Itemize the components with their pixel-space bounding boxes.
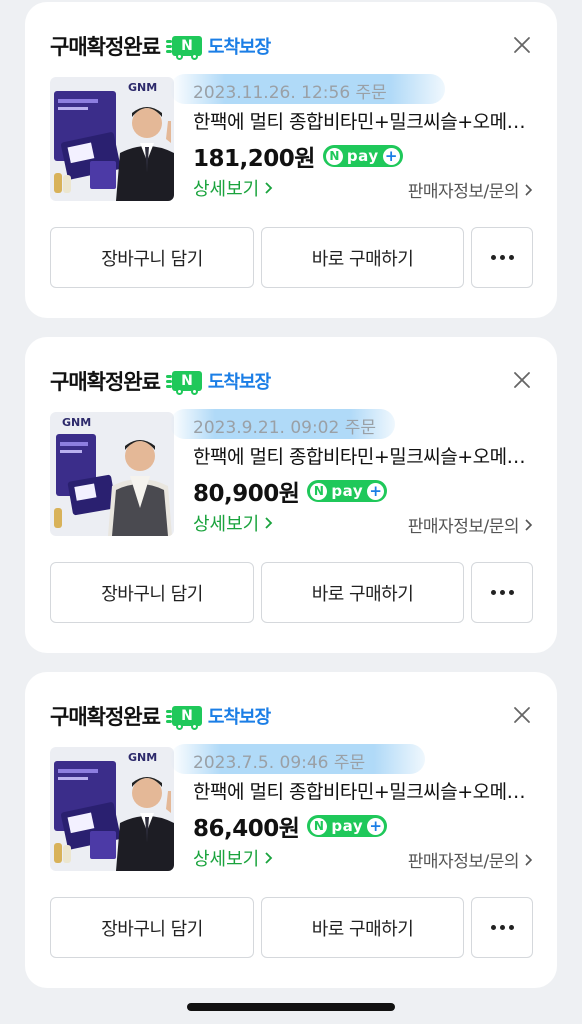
product-price: 181,200원	[193, 146, 315, 172]
chevron-right-icon	[265, 517, 273, 529]
buy-now-button[interactable]: 바로 구매하기	[261, 227, 464, 288]
view-details-label: 상세보기	[193, 179, 260, 200]
seller-info-link[interactable]: 판매자정보/문의	[408, 512, 533, 537]
badge-label: 도착보장	[207, 372, 271, 393]
order-status: 구매확정완료	[50, 705, 161, 729]
product-price: 80,900원	[193, 481, 300, 507]
more-options-button[interactable]	[471, 562, 533, 623]
order-header: 구매확정완료 N 도착보장	[50, 367, 535, 395]
product-thumbnail[interactable]: GNM	[50, 747, 174, 871]
svg-text:GNM: GNM	[128, 751, 157, 764]
product-thumbnail[interactable]: GNM	[50, 412, 174, 536]
view-details-label: 상세보기	[193, 514, 260, 535]
arrival-guarantee-badge: N 도착보장	[165, 33, 271, 60]
chevron-right-icon	[265, 852, 273, 864]
chevron-right-icon	[525, 518, 533, 531]
view-details-link[interactable]: 상세보기	[193, 845, 273, 871]
price-row: 181,200원 Npay +	[193, 139, 403, 173]
arrival-guarantee-badge: N 도착보장	[165, 703, 271, 730]
product-title[interactable]: 한팩에 멀티 종합비타민+밀크씨슬+오메가3	[193, 777, 533, 804]
view-details-link[interactable]: 상세보기	[193, 175, 273, 201]
product-title[interactable]: 한팩에 멀티 종합비타민+밀크씨슬+오메가3	[193, 107, 533, 134]
more-dots-icon	[490, 255, 514, 260]
close-icon[interactable]	[513, 36, 531, 54]
svg-text:GNM: GNM	[62, 416, 91, 429]
order-status: 구매확정완료	[50, 35, 161, 59]
seller-info-link[interactable]: 판매자정보/문의	[408, 847, 533, 872]
buy-now-button[interactable]: 바로 구매하기	[261, 897, 464, 958]
product-price: 86,400원	[193, 816, 300, 842]
order-card: 구매확정완료 N 도착보장 GNM 2023.11.26. 12:56 주문 한…	[25, 2, 557, 318]
product-thumbnail[interactable]: GNM	[50, 77, 174, 201]
order-date: 2023.7.5. 09:46 주문	[193, 753, 366, 773]
buy-now-button[interactable]: 바로 구매하기	[261, 562, 464, 623]
svg-text:GNM: GNM	[128, 81, 157, 94]
price-row: 80,900원 Npay +	[193, 474, 388, 508]
add-to-cart-button[interactable]: 장바구니 담기	[50, 897, 254, 958]
more-dots-icon	[490, 925, 514, 930]
order-header: 구매확정완료 N 도착보장	[50, 32, 535, 60]
chevron-right-icon	[525, 183, 533, 196]
product-title[interactable]: 한팩에 멀티 종합비타민+밀크씨슬+오메가3	[193, 442, 533, 469]
order-card: 구매확정완료 N 도착보장 GNM 2023.7.5. 09:46 주문 한팩에…	[25, 672, 557, 988]
chevron-right-icon	[265, 182, 273, 194]
npay-plus-badge: Npay +	[307, 480, 388, 502]
close-icon[interactable]	[513, 371, 531, 389]
more-options-button[interactable]	[471, 897, 533, 958]
seller-info-label: 판매자정보/문의	[407, 517, 520, 537]
order-header: 구매확정완료 N 도착보장	[50, 702, 535, 730]
price-row: 86,400원 Npay +	[193, 809, 388, 843]
arrival-guarantee-badge: N 도착보장	[165, 368, 271, 395]
npay-plus-badge: Npay +	[307, 815, 388, 837]
order-date: 2023.9.21. 09:02 주문	[193, 418, 377, 438]
add-to-cart-button[interactable]: 장바구니 담기	[50, 227, 254, 288]
seller-info-link[interactable]: 판매자정보/문의	[408, 177, 533, 202]
add-to-cart-button[interactable]: 장바구니 담기	[50, 562, 254, 623]
view-details-link[interactable]: 상세보기	[193, 510, 273, 536]
badge-label: 도착보장	[207, 37, 271, 58]
close-icon[interactable]	[513, 706, 531, 724]
delivery-truck-icon: N	[165, 371, 202, 395]
seller-info-label: 판매자정보/문의	[407, 182, 520, 202]
npay-plus-badge: Npay +	[322, 145, 403, 167]
more-options-button[interactable]	[471, 227, 533, 288]
badge-label: 도착보장	[207, 707, 271, 728]
more-dots-icon	[490, 590, 514, 595]
delivery-truck-icon: N	[165, 36, 202, 60]
order-date: 2023.11.26. 12:56 주문	[193, 83, 387, 103]
order-card: 구매확정완료 N 도착보장 GNM 2023.9.21. 09:02 주문 한팩…	[25, 337, 557, 653]
chevron-right-icon	[525, 853, 533, 866]
home-indicator[interactable]	[187, 1003, 395, 1011]
order-status: 구매확정완료	[50, 370, 161, 394]
seller-info-label: 판매자정보/문의	[407, 852, 520, 872]
delivery-truck-icon: N	[165, 706, 202, 730]
view-details-label: 상세보기	[193, 849, 260, 870]
